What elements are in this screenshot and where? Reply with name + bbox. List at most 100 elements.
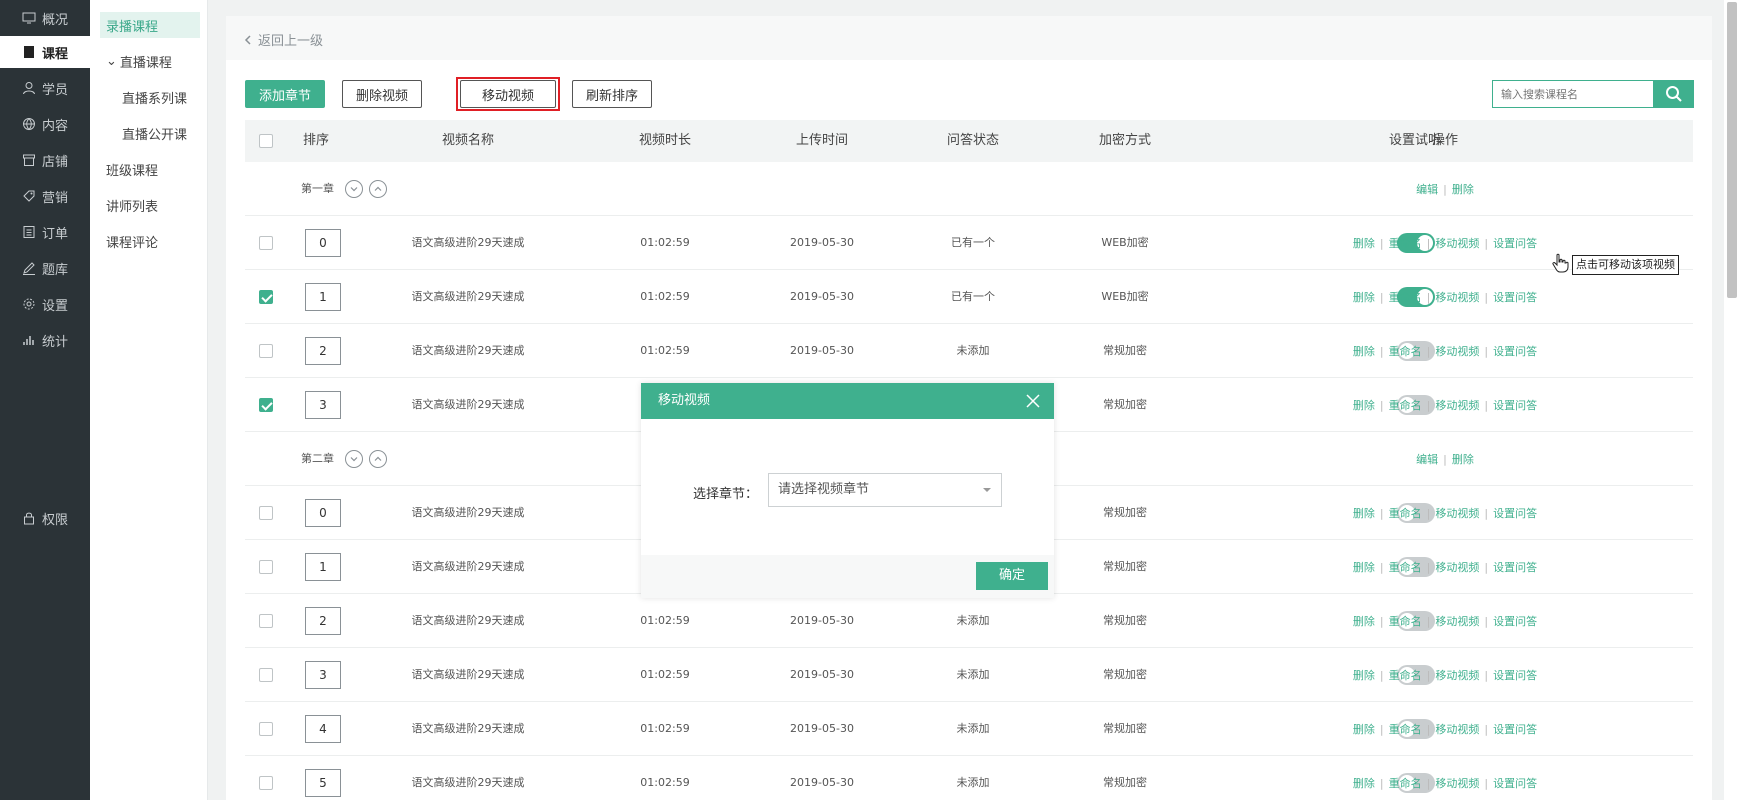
action-link[interactable]: 删除	[1353, 397, 1375, 413]
action-link[interactable]: 删除	[1353, 559, 1375, 575]
row-checkbox[interactable]	[259, 722, 273, 736]
action-link[interactable]: 删除	[1353, 667, 1375, 683]
action-link[interactable]: 移动视频	[1435, 505, 1479, 521]
action-link[interactable]: 设置问答	[1493, 235, 1537, 251]
action-link[interactable]: 重命名	[1389, 721, 1422, 737]
nav-item-pen[interactable]: 题库	[0, 252, 90, 284]
nav-item-bar-chart[interactable]: 统计	[0, 324, 90, 356]
action-link[interactable]: 移动视频	[1435, 289, 1479, 305]
action-link[interactable]: 设置问答	[1493, 721, 1537, 737]
submenu-item[interactable]: 班级课程	[100, 156, 200, 182]
order-input[interactable]: 5	[305, 769, 341, 797]
submenu-item[interactable]: 讲师列表	[100, 192, 200, 218]
action-link[interactable]: 移动视频	[1435, 667, 1479, 683]
action-link[interactable]: 移动视频	[1435, 775, 1479, 791]
add-chapter-button[interactable]: 添加章节	[245, 80, 325, 108]
submenu-item[interactable]: 课程评论	[100, 228, 200, 254]
nav-item-tag[interactable]: 营销	[0, 180, 90, 212]
action-link[interactable]: 移动视频	[1435, 613, 1479, 629]
header-actions: 操作	[1431, 133, 1458, 148]
nav-item-user[interactable]: 学员	[0, 72, 90, 104]
search-button[interactable]	[1654, 80, 1694, 108]
order-input[interactable]: 1	[305, 283, 341, 311]
submenu-item[interactable]: 直播公开课	[100, 120, 200, 146]
action-link[interactable]: 删除	[1353, 613, 1375, 629]
scrollbar-thumb[interactable]	[1727, 2, 1737, 298]
action-link[interactable]: 设置问答	[1493, 505, 1537, 521]
nav-item-lock[interactable]: 权限	[0, 502, 90, 534]
action-link[interactable]: 重命名	[1389, 505, 1422, 521]
confirm-button[interactable]: 确定	[976, 562, 1048, 590]
action-link[interactable]: 删除	[1452, 181, 1474, 197]
action-link[interactable]: 重命名	[1389, 613, 1422, 629]
action-link[interactable]: 重命名	[1389, 343, 1422, 359]
action-link[interactable]: 设置问答	[1493, 559, 1537, 575]
order-input[interactable]: 0	[305, 499, 341, 527]
action-link[interactable]: 设置问答	[1493, 289, 1537, 305]
action-link[interactable]: 设置问答	[1493, 667, 1537, 683]
back-link[interactable]: 返回上一级	[244, 30, 323, 49]
row-checkbox[interactable]	[259, 776, 273, 790]
order-input[interactable]: 1	[305, 553, 341, 581]
action-link[interactable]: 移动视频	[1435, 235, 1479, 251]
action-link[interactable]: 删除	[1353, 505, 1375, 521]
delete-video-button[interactable]: 删除视频	[342, 80, 422, 108]
action-link[interactable]: 删除	[1452, 451, 1474, 467]
row-checkbox[interactable]	[259, 506, 273, 520]
action-link[interactable]: 编辑	[1416, 451, 1438, 467]
action-link[interactable]: 重命名	[1389, 775, 1422, 791]
action-link[interactable]: 重命名	[1389, 235, 1422, 251]
action-link[interactable]: 移动视频	[1435, 559, 1479, 575]
ops-separator: |	[1379, 560, 1384, 574]
action-link[interactable]: 移动视频	[1435, 397, 1479, 413]
video-duration: 01:02:59	[640, 614, 690, 627]
action-link[interactable]: 移动视频	[1435, 721, 1479, 737]
action-link[interactable]: 设置问答	[1493, 397, 1537, 413]
action-link[interactable]: 删除	[1353, 343, 1375, 359]
action-link[interactable]: 重命名	[1389, 289, 1422, 305]
action-link[interactable]: 设置问答	[1493, 613, 1537, 629]
submenu-item[interactable]: 录播课程	[100, 12, 200, 38]
refresh-sort-button[interactable]: 刷新排序	[572, 80, 652, 108]
action-link[interactable]: 编辑	[1416, 181, 1438, 197]
action-link[interactable]: 设置问答	[1493, 343, 1537, 359]
nav-item-gear[interactable]: 设置	[0, 288, 90, 320]
nav-item-list[interactable]: 订单	[0, 216, 90, 248]
close-icon[interactable]	[1026, 394, 1040, 408]
order-input[interactable]: 3	[305, 661, 341, 689]
order-input[interactable]: 2	[305, 337, 341, 365]
action-link[interactable]: 重命名	[1389, 397, 1422, 413]
order-input[interactable]: 3	[305, 391, 341, 419]
search-input[interactable]	[1492, 80, 1654, 108]
order-input[interactable]: 2	[305, 607, 341, 635]
row-checkbox[interactable]	[259, 398, 273, 412]
row-checkbox[interactable]	[259, 560, 273, 574]
action-link[interactable]: 删除	[1353, 721, 1375, 737]
action-link[interactable]: 删除	[1353, 289, 1375, 305]
expand-down-button[interactable]	[345, 450, 363, 468]
action-link[interactable]: 删除	[1353, 235, 1375, 251]
action-link[interactable]: 设置问答	[1493, 775, 1537, 791]
nav-item-store[interactable]: 店铺	[0, 144, 90, 176]
select-all-checkbox[interactable]	[259, 134, 273, 148]
nav-item-globe[interactable]: 内容	[0, 108, 90, 140]
row-checkbox[interactable]	[259, 614, 273, 628]
action-link[interactable]: 重命名	[1389, 559, 1422, 575]
order-input[interactable]: 4	[305, 715, 341, 743]
submenu-item[interactable]: 直播系列课	[100, 84, 200, 110]
expand-down-button[interactable]	[345, 180, 363, 198]
action-link[interactable]: 移动视频	[1435, 343, 1479, 359]
row-checkbox[interactable]	[259, 668, 273, 682]
row-checkbox[interactable]	[259, 290, 273, 304]
collapse-up-button[interactable]	[369, 180, 387, 198]
submenu-item[interactable]: ⌄ 直播课程	[100, 48, 200, 74]
row-checkbox[interactable]	[259, 344, 273, 358]
order-input[interactable]: 0	[305, 229, 341, 257]
chapter-select[interactable]: 请选择视频章节	[768, 473, 1002, 507]
action-link[interactable]: 重命名	[1389, 667, 1422, 683]
action-link[interactable]: 删除	[1353, 775, 1375, 791]
nav-item-book[interactable]: 课程	[0, 36, 90, 68]
row-checkbox[interactable]	[259, 236, 273, 250]
collapse-up-button[interactable]	[369, 450, 387, 468]
nav-item-monitor[interactable]: 概况	[0, 2, 90, 34]
